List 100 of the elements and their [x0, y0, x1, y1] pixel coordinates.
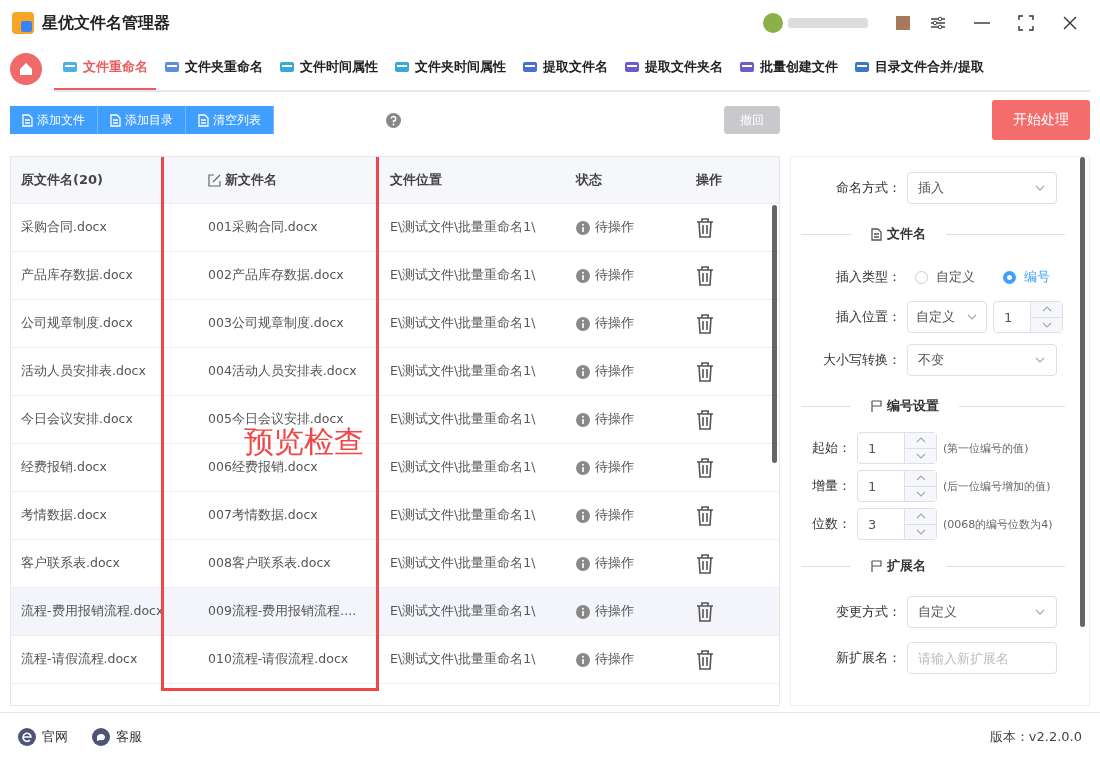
home-button[interactable] — [10, 53, 42, 85]
delete-button[interactable] — [696, 505, 716, 526]
table-cell-text: E\测试文件\批量重命名1\ — [389, 603, 537, 620]
info-icon — [576, 508, 590, 523]
tab[interactable]: 提取文件夹名 — [616, 46, 731, 90]
chevron-icon — [914, 489, 927, 498]
input-field[interactable]: 请输入新扩展名 — [907, 642, 1057, 674]
radio-option[interactable]: 自定义 — [907, 268, 989, 286]
table-cell-text: 客户联系表.docx — [20, 555, 121, 572]
delete-button[interactable] — [696, 313, 716, 334]
trash-icon — [696, 217, 714, 238]
minimize-icon — [974, 22, 990, 24]
chevron-icon — [914, 451, 927, 460]
table-cell-text: 采购合同.docx — [20, 219, 108, 236]
delete-button[interactable] — [696, 265, 716, 286]
avatar-icon — [762, 12, 912, 34]
field-label: 大小写转换： — [822, 351, 901, 369]
chevron-icon — [1040, 305, 1053, 314]
trash-icon — [696, 409, 714, 430]
trash-icon — [696, 265, 714, 286]
table-cell-text: E\测试文件\批量重命名1\ — [389, 507, 537, 524]
tab-icon — [624, 60, 640, 74]
tab[interactable]: 提取文件名 — [514, 46, 616, 90]
info-icon — [576, 268, 590, 283]
delete-button[interactable] — [696, 457, 716, 478]
delete-button[interactable] — [696, 601, 716, 622]
delete-button[interactable] — [696, 361, 716, 382]
section-icon — [871, 399, 882, 413]
table-cell-text: E\测试文件\批量重命名1\ — [389, 267, 537, 284]
trash-icon — [696, 313, 714, 334]
table-cell-text: E\测试文件\批量重命名1\ — [389, 315, 537, 332]
table-cell-text: 活动人员安排表.docx — [20, 363, 147, 380]
section-icon — [871, 559, 882, 573]
info-icon — [576, 316, 590, 331]
table-cell-text: 007考情数据.docx — [207, 507, 319, 524]
tab[interactable]: 文件夹时间属性 — [386, 46, 514, 90]
home-icon — [19, 62, 33, 76]
table-cell-text: 002产品库存数据.docx — [207, 267, 345, 284]
table-cell-text: 001采购合同.docx — [207, 219, 319, 236]
chevron-icon — [1034, 356, 1046, 364]
delete-button[interactable] — [696, 217, 716, 238]
info-icon — [576, 412, 590, 427]
document-icon — [198, 113, 209, 127]
trash-icon — [696, 649, 714, 670]
field-label: 插入位置： — [835, 308, 901, 326]
dropdown[interactable]: 不变 — [907, 344, 1057, 376]
status-cell: 待操作 — [566, 363, 686, 380]
close-icon — [1063, 16, 1077, 30]
table-cell-text: E\测试文件\批量重命名1\ — [389, 651, 537, 668]
tab[interactable]: 目录文件合并/提取 — [846, 46, 992, 90]
column-header: 操作 — [695, 171, 723, 189]
scrollbar[interactable] — [772, 205, 777, 463]
section-title: 文件名 — [861, 225, 936, 243]
tab[interactable]: 批量创建文件 — [731, 46, 846, 90]
tab-icon — [279, 60, 295, 74]
sliders-icon — [930, 16, 946, 30]
number-field[interactable]: 1 — [857, 470, 937, 502]
table-cell-text: 公司规章制度.docx — [20, 315, 134, 332]
delete-button[interactable] — [696, 649, 716, 670]
info-icon — [576, 652, 590, 667]
dropdown[interactable]: 自定义 — [907, 301, 987, 333]
table-cell-text: E\测试文件\批量重命名1\ — [389, 363, 537, 380]
tab[interactable]: 文件夹重命名 — [156, 46, 271, 90]
document-icon — [871, 227, 882, 241]
dropdown[interactable]: 自定义 — [907, 596, 1057, 628]
field-label: 插入类型： — [835, 268, 901, 286]
delete-button[interactable] — [696, 409, 716, 430]
chevron-icon — [966, 313, 978, 321]
tab-icon — [854, 60, 870, 74]
number-field[interactable]: 1 — [857, 432, 937, 464]
table-cell-text: 今日会议安排.docx — [20, 411, 134, 428]
status-cell: 待操作 — [566, 459, 686, 476]
table-cell-text: 流程-请假流程.docx — [20, 651, 139, 668]
footer-link[interactable]: 客服 — [92, 727, 142, 746]
tab-icon — [164, 60, 180, 74]
section-title: 扩展名 — [861, 557, 936, 575]
tab[interactable]: 文件时间属性 — [271, 46, 386, 90]
chevron-icon — [914, 436, 927, 445]
table-cell-text: 004活动人员安排表.docx — [207, 363, 358, 380]
browser-icon — [18, 727, 36, 746]
table-cell-text: E\测试文件\批量重命名1\ — [389, 555, 537, 572]
table-cell-text: 005今日会议安排.docx — [207, 411, 345, 427]
footer-link[interactable]: 官网 — [18, 727, 68, 746]
chevron-icon — [1034, 608, 1046, 616]
scrollbar[interactable] — [1080, 157, 1085, 627]
delete-button[interactable] — [696, 553, 716, 574]
tab-icon — [522, 60, 538, 74]
trash-icon — [696, 553, 714, 574]
help-icon[interactable] — [386, 112, 401, 128]
chat-icon — [92, 727, 110, 746]
hint-text: (0068的编号位数为4) — [943, 516, 1053, 532]
dropdown[interactable]: 插入 — [907, 172, 1057, 204]
chevron-icon — [1040, 320, 1053, 329]
table-cell-text: 010流程-请假流程.docx — [207, 651, 350, 668]
status-cell: 待操作 — [566, 555, 686, 572]
chevron-icon — [914, 527, 927, 536]
number-field[interactable]: 3 — [857, 508, 937, 540]
status-cell: 待操作 — [566, 603, 686, 620]
number-field[interactable]: 1 — [993, 301, 1063, 333]
hint-text: (第一位编号的值) — [943, 440, 1029, 456]
